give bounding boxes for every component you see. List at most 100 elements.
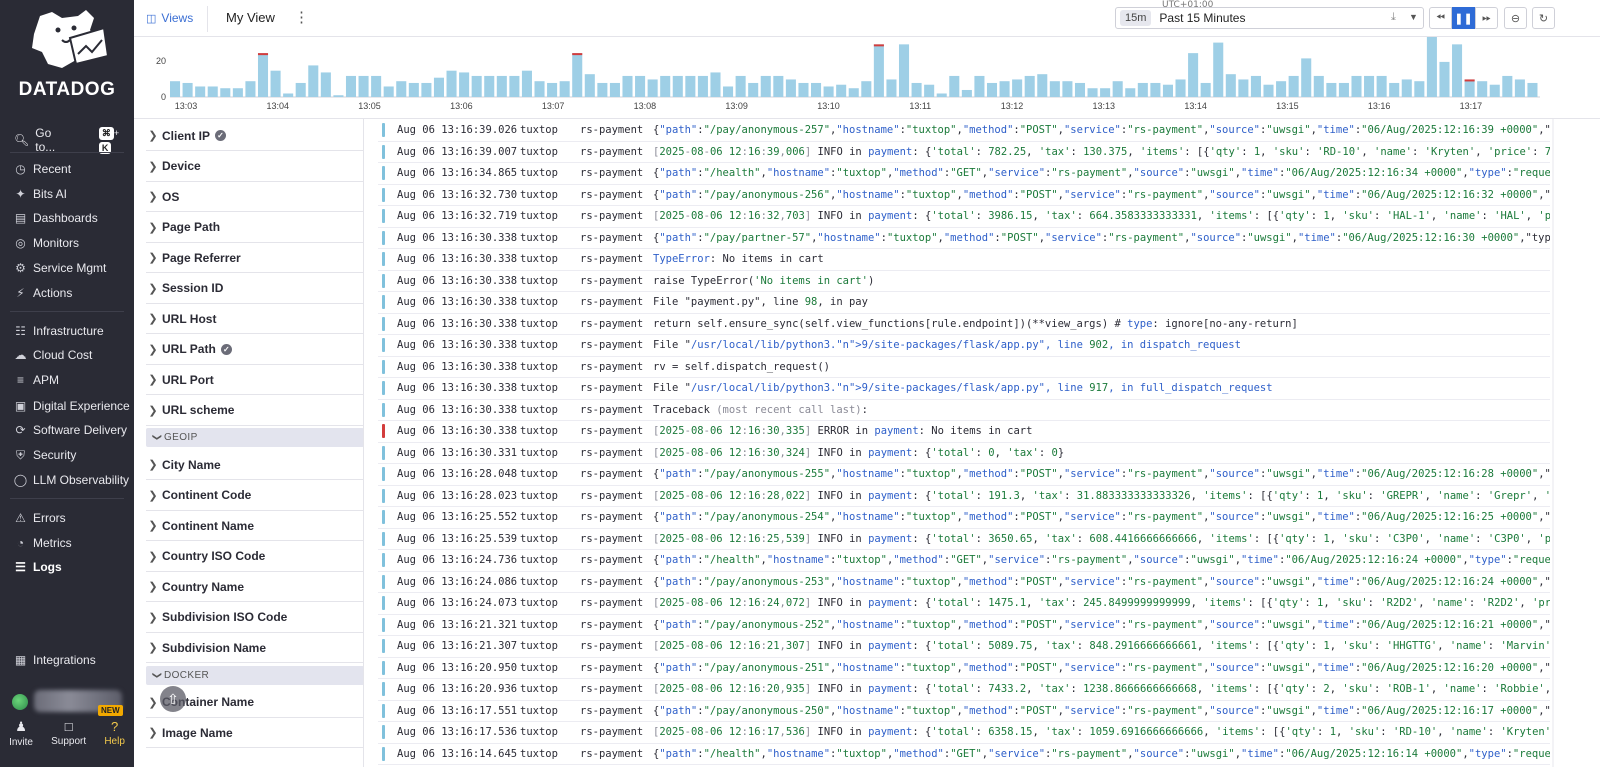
histogram-bar[interactable] [785,79,796,97]
pause-button[interactable]: ❚❚ [1452,7,1475,29]
zoom-out-button[interactable]: ⊖ [1504,7,1527,29]
pin-icon[interactable]: ⤓ [1391,11,1396,24]
histogram-bar[interactable] [433,77,444,97]
facet-city-name[interactable]: ❯ City Name [146,450,363,480]
facet-subdivision-iso-code[interactable]: ❯ Subdivision ISO Code [146,603,363,633]
histogram-bar[interactable] [609,82,620,97]
log-row[interactable]: Aug 06 13:16:14.645 tuxtop rs-payment {"pat… [378,744,1550,765]
log-row[interactable]: Aug 06 13:16:20.936 tuxtop rs-payment [2025… [378,679,1550,701]
histogram-bar[interactable] [848,88,859,97]
nav-item-metrics[interactable]: ◔ Metrics [14,534,72,552]
histogram-bar[interactable] [1414,81,1425,97]
goto-search[interactable]: 🔍︎ Go to... ⌘ +K [14,125,134,154]
histogram-bar[interactable] [496,75,507,97]
histogram-bar[interactable] [207,86,218,97]
histogram-bar[interactable] [308,65,319,97]
histogram-bar[interactable] [584,74,595,97]
histogram-bar[interactable] [446,70,457,97]
histogram-bar[interactable] [1401,79,1412,97]
views-button[interactable]: ◫ Views [146,11,193,25]
histogram-bar[interactable] [521,70,532,97]
facet-page-referrer[interactable]: ❯ Page Referrer [146,243,363,273]
log-row[interactable]: Aug 06 13:16:24.736 tuxtop rs-payment {"pat… [378,550,1550,572]
histogram-bar[interactable] [1452,44,1463,97]
histogram-bar[interactable] [471,75,482,97]
histogram-bar[interactable] [1225,74,1236,97]
histogram-bar[interactable] [1313,75,1324,97]
histogram-bar[interactable] [345,75,357,97]
histogram-bar[interactable] [999,81,1010,97]
histogram-bar[interactable] [1489,84,1500,97]
current-view-name[interactable]: My View [226,10,275,25]
histogram-bar[interactable] [396,81,407,97]
nav-item-llm-observability[interactable]: ◯ LLM Observability [14,471,129,489]
histogram-bar[interactable] [1162,84,1173,97]
log-row[interactable]: Aug 06 13:16:30.338 tuxtop rs-payment Trace… [378,400,1550,421]
histogram-bar[interactable] [421,82,432,97]
scroll-to-top-button[interactable]: ⇧ [160,686,186,712]
facet-image-name[interactable]: ❯ Image Name [146,718,363,748]
histogram-bar[interactable] [685,75,696,97]
facet-continent-name[interactable]: ❯ Continent Name [146,511,363,541]
histogram-bar[interactable] [1351,75,1362,97]
histogram-bar[interactable] [245,81,256,97]
histogram-bar[interactable] [1137,82,1148,97]
facet-page-path[interactable]: ❯ Page Path [146,213,363,243]
histogram-bar[interactable] [1514,79,1525,97]
histogram-bar[interactable] [572,53,583,97]
nav-item-software-delivery[interactable]: ⟳ Software Delivery [14,421,127,439]
log-row[interactable]: Aug 06 13:16:30.338 tuxtop rs-payment rv = … [378,357,1550,378]
histogram-bar[interactable] [1049,81,1060,97]
log-row[interactable]: Aug 06 13:16:21.307 tuxtop rs-payment [2025… [378,636,1550,658]
histogram-bar[interactable] [358,75,369,97]
refresh-button[interactable]: ↻ [1532,7,1555,29]
nav-item-apm[interactable]: ≡ APM [14,371,59,389]
histogram-bar[interactable] [1527,82,1538,97]
histogram-bar[interactable] [220,88,231,97]
log-row[interactable]: Aug 06 13:16:30.338 tuxtop rs-payment TypeE… [378,249,1550,271]
forward-button[interactable]: ⏩︎ [1475,7,1498,29]
help-button[interactable]: ? Help [104,717,125,767]
facet-os[interactable]: ❯ OS [146,182,363,212]
facet-group-docker[interactable]: ❯ DOCKER [146,665,363,685]
histogram-bar[interactable] [232,88,243,97]
log-row[interactable]: Aug 06 13:16:25.539 tuxtop rs-payment [2025… [378,529,1550,550]
histogram-bar[interactable] [1012,79,1023,97]
histogram-bar[interactable] [1502,75,1513,97]
facet-country-iso-code[interactable]: ❯ Country ISO Code [146,542,363,572]
histogram-bar[interactable] [195,86,206,97]
histogram-bar[interactable] [1238,79,1249,97]
histogram-bar[interactable] [823,86,834,97]
log-row[interactable]: Aug 06 13:16:30.338 tuxtop rs-payment {"pat… [378,228,1550,249]
histogram-bar[interactable] [748,82,759,97]
histogram-bar[interactable] [924,84,935,97]
log-row[interactable]: Aug 06 13:16:20.950 tuxtop rs-payment {"pat… [378,658,1550,679]
facet-client-ip[interactable]: ❯ Client IP ✓ [146,121,363,151]
histogram-bar[interactable] [886,79,897,97]
histogram-bar[interactable] [1477,81,1488,97]
log-row[interactable]: Aug 06 13:16:32.719 tuxtop rs-payment [2025… [378,206,1550,228]
rewind-button[interactable]: ⏪︎ [1429,7,1452,29]
log-row[interactable]: Aug 06 13:16:30.338 tuxtop rs-payment File … [378,335,1550,357]
histogram-bar[interactable] [974,75,985,97]
nav-item-bits-ai[interactable]: ✦ Bits AI [14,185,67,203]
histogram-bar[interactable] [1464,79,1475,97]
log-row[interactable]: Aug 06 13:16:21.321 tuxtop rs-payment {"pat… [378,615,1550,636]
histogram-bar[interactable] [371,75,382,97]
histogram-bar[interactable] [295,82,306,97]
histogram-bar[interactable] [986,82,998,97]
histogram-bar[interactable] [1100,88,1111,97]
histogram-bar[interactable] [760,75,771,97]
histogram-bar[interactable] [1301,58,1312,97]
nav-item-monitors[interactable]: ◎ Monitors [14,234,79,252]
histogram-bar[interactable] [509,75,520,97]
histogram-bar[interactable] [936,93,947,97]
log-row[interactable]: Aug 06 13:16:39.026 tuxtop rs-payment {"pat… [378,120,1550,142]
histogram-bar[interactable] [1024,75,1035,97]
time-range-picker[interactable]: 15m Past 15 Minutes ⤓ ▼ [1115,7,1424,29]
histogram-bar[interactable] [270,70,281,97]
facet-group-geoip[interactable]: ❯ GEOIP [146,428,363,447]
histogram-bar[interactable] [1175,79,1186,97]
histogram-bar[interactable] [647,79,658,97]
histogram-bar[interactable] [1439,61,1450,97]
